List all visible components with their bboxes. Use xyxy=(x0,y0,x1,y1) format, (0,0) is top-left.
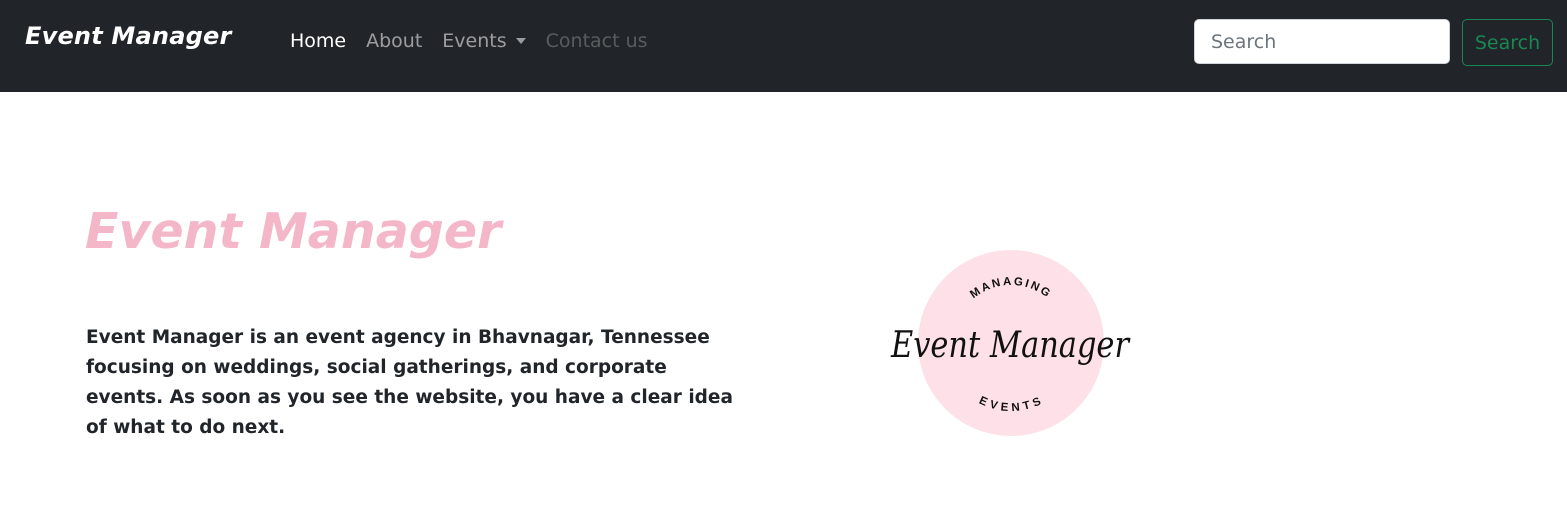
nav-dropdown-events-label: Events xyxy=(442,30,507,52)
hero-title: Event Manager xyxy=(85,203,502,260)
nav-links: Home About Events Contact us xyxy=(290,30,668,52)
search-input[interactable] xyxy=(1194,19,1450,64)
caret-down-icon xyxy=(515,38,526,44)
search-button[interactable]: Search xyxy=(1462,19,1553,66)
nav-dropdown-events[interactable]: Events xyxy=(442,30,526,52)
nav-link-home[interactable]: Home xyxy=(290,30,346,52)
navbar: Event Manager Home About Events Contact … xyxy=(0,0,1567,92)
hero-description: Event Manager is an event agency in Bhav… xyxy=(86,327,733,438)
event-manager-logo: MANAGING EVENTS Event Manager xyxy=(890,250,1131,436)
brand-link[interactable]: Event Manager xyxy=(25,22,231,50)
logo-script-text: Event Manager xyxy=(890,325,1130,366)
nav-link-about[interactable]: About xyxy=(366,30,422,52)
nav-link-contact: Contact us xyxy=(545,30,648,52)
